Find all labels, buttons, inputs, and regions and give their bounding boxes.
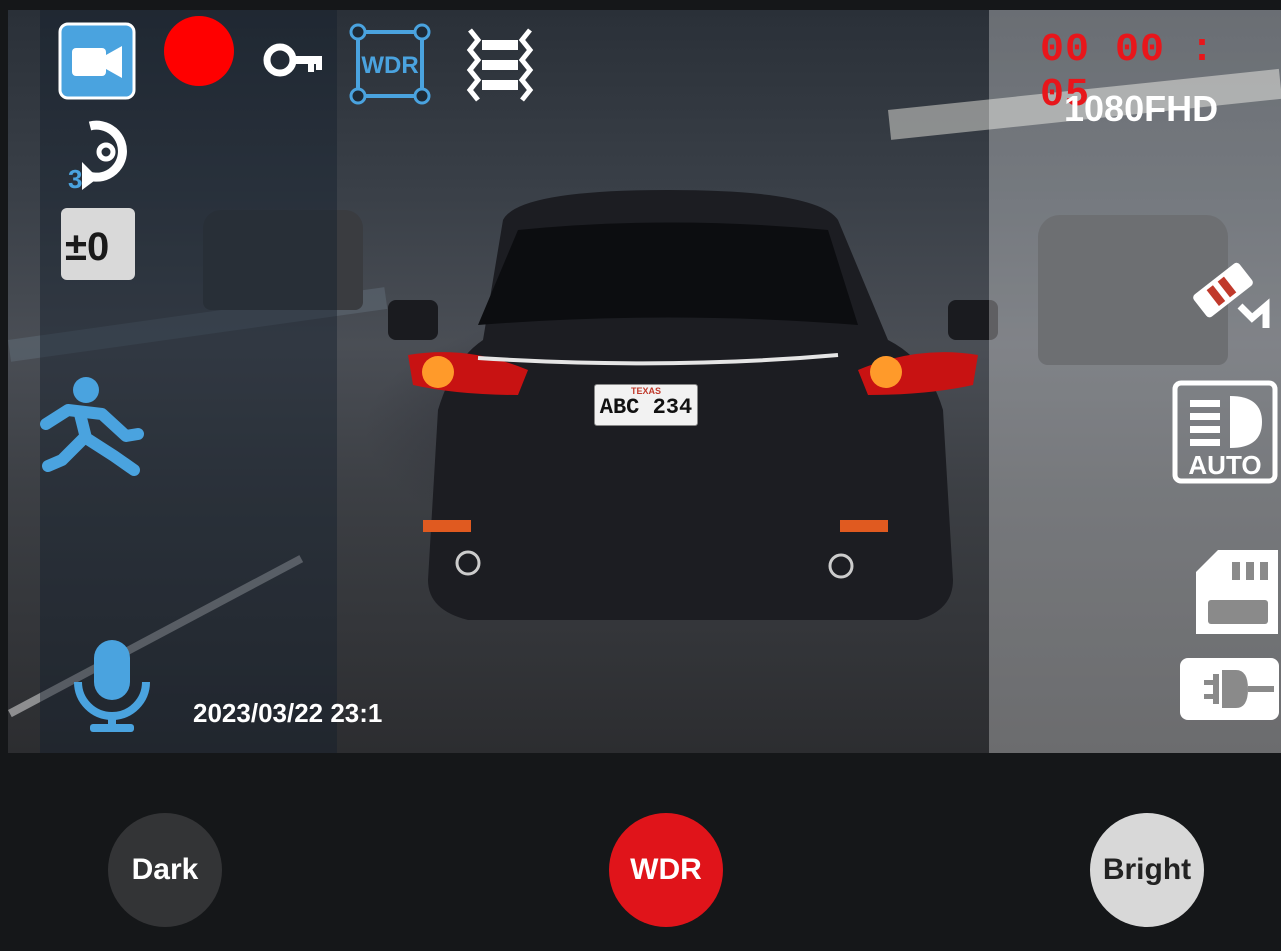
svg-text:AUTO: AUTO xyxy=(1188,450,1261,480)
loop-recording-icon[interactable]: 3 xyxy=(60,112,140,194)
key-lock-icon[interactable] xyxy=(262,42,324,78)
microphone-icon[interactable] xyxy=(70,638,154,732)
video-camera-icon[interactable] xyxy=(58,22,136,100)
motion-detection-icon[interactable] xyxy=(38,376,152,480)
license-plate: TEXAS ABC 234 xyxy=(594,384,698,426)
date-time-stamp: 2023/03/22 23:1 xyxy=(193,698,383,728)
stabilization-icon[interactable] xyxy=(460,26,540,104)
svg-text:3: 3 xyxy=(68,164,82,194)
parking-camera-icon[interactable] xyxy=(1180,248,1272,330)
resolution-label: 1080FHD xyxy=(1064,88,1219,129)
plate-number: ABC 234 xyxy=(599,395,693,420)
exposure-icon[interactable]: ±0 xyxy=(59,206,137,282)
sd-card-icon[interactable] xyxy=(1194,548,1280,636)
bright-mode-button[interactable]: Bright xyxy=(1090,813,1204,927)
svg-text:WDR: WDR xyxy=(361,52,418,79)
dark-mode-button[interactable]: Dark xyxy=(108,813,222,927)
auto-headlight-icon[interactable]: AUTO xyxy=(1172,380,1278,484)
wdr-mode-button[interactable]: WDR xyxy=(609,813,723,927)
wdr-icon[interactable]: WDR xyxy=(348,22,432,106)
svg-text:±0: ±0 xyxy=(65,225,109,269)
record-indicator-icon xyxy=(164,16,234,86)
power-plug-icon[interactable] xyxy=(1178,656,1281,722)
